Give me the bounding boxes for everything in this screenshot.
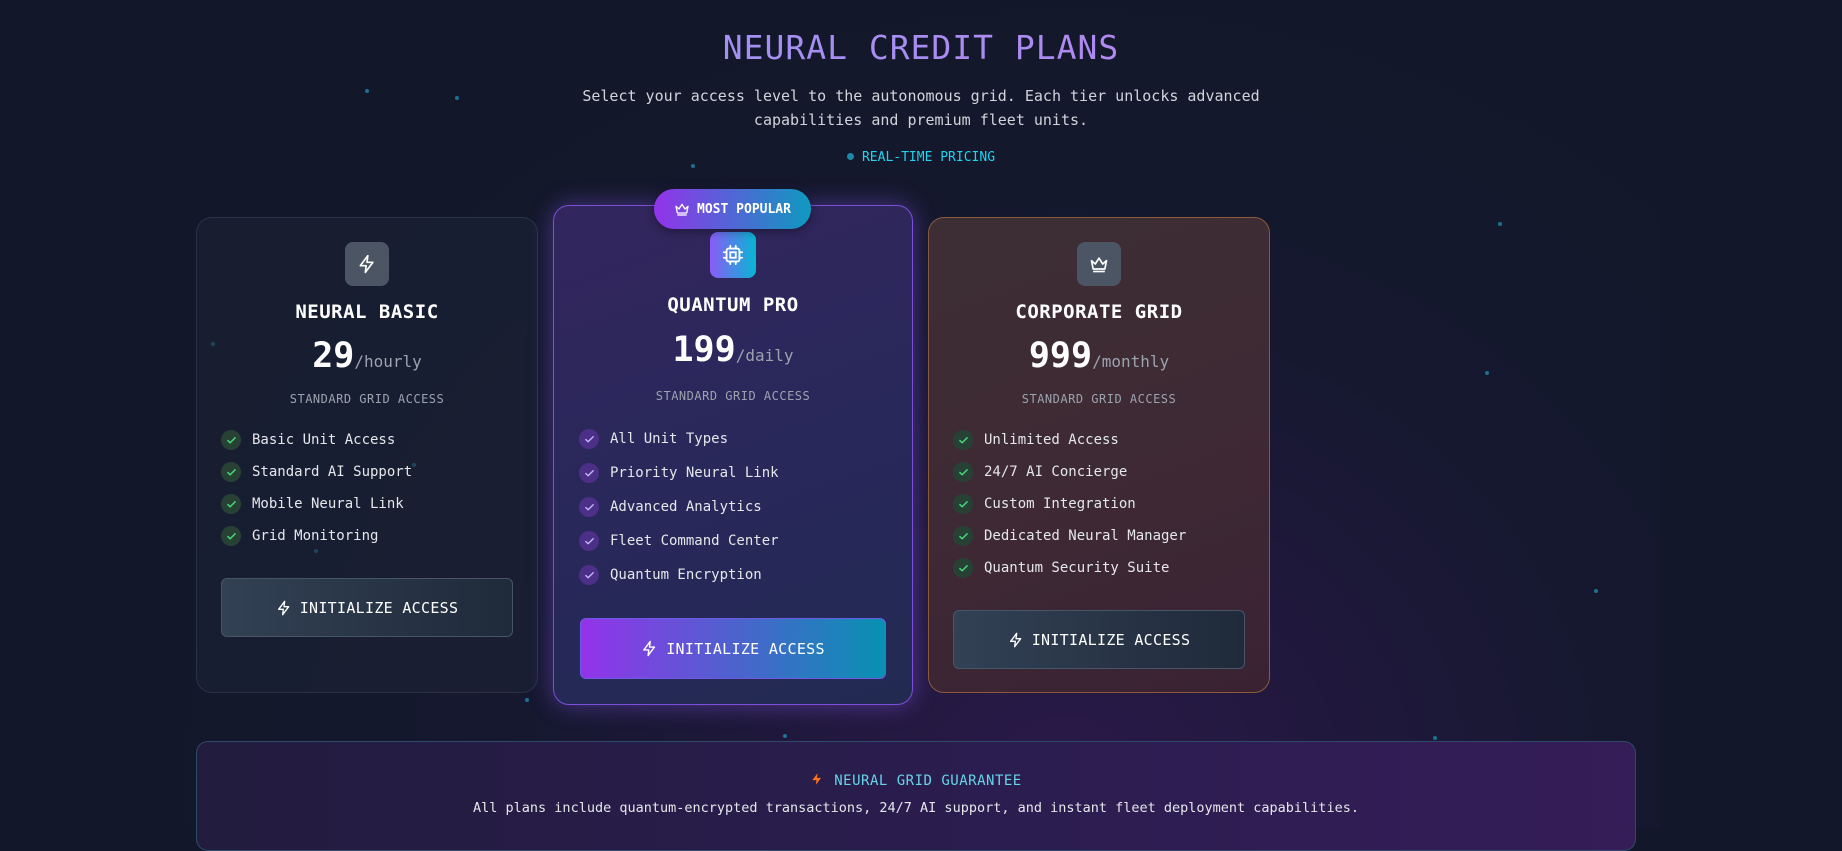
check-icon xyxy=(221,462,241,482)
most-popular-badge: MOST POPULAR xyxy=(654,189,811,229)
feature-item: Priority Neural Link xyxy=(579,456,779,490)
plan-access-level: STANDARD GRID ACCESS xyxy=(289,392,445,406)
feature-item: All Unit Types xyxy=(579,422,779,456)
cpu-icon xyxy=(710,232,756,278)
feature-item: Mobile Neural Link xyxy=(221,488,412,520)
button-label: INITIALIZE ACCESS xyxy=(1031,630,1191,649)
plan-price: 29/hourly xyxy=(197,336,537,376)
plan-card-corporate-grid: CORPORATE GRID 999/monthly STANDARD GRID… xyxy=(928,217,1270,693)
plan-price: 199/daily xyxy=(554,330,912,370)
realtime-pricing-indicator: REAL-TIME PRICING xyxy=(0,150,1842,165)
plan-name: QUANTUM PRO xyxy=(667,294,799,316)
guarantee-title: NEURAL GRID GUARANTEE xyxy=(197,770,1635,792)
plan-name: NEURAL BASIC xyxy=(295,301,439,323)
crown-icon xyxy=(675,203,689,216)
feature-item: Unlimited Access xyxy=(953,424,1186,456)
check-icon xyxy=(953,430,973,450)
particle xyxy=(365,89,369,93)
plan-price: 999/monthly xyxy=(929,336,1269,376)
feature-list: Unlimited Access 24/7 AI Concierge Custo… xyxy=(953,424,1186,584)
check-icon xyxy=(579,531,599,551)
initialize-access-button-basic[interactable]: INITIALIZE ACCESS xyxy=(221,578,513,637)
plan-name: CORPORATE GRID xyxy=(1015,301,1183,323)
price-period: /hourly xyxy=(354,352,422,371)
plan-card-quantum-pro: QUANTUM PRO 199/daily STANDARD GRID ACCE… xyxy=(553,205,913,705)
feature-item: Dedicated Neural Manager xyxy=(953,520,1186,552)
feature-item: Quantum Encryption xyxy=(579,558,779,592)
lightning-icon xyxy=(277,600,290,615)
feature-label: Custom Integration xyxy=(984,496,1136,512)
feature-list: All Unit Types Priority Neural Link Adva… xyxy=(579,422,779,592)
feature-label: Priority Neural Link xyxy=(610,465,779,481)
feature-label: Quantum Encryption xyxy=(610,567,762,583)
crown-icon xyxy=(1077,242,1121,286)
feature-item: Quantum Security Suite xyxy=(953,552,1186,584)
page-title: NEURAL CREDIT PLANS xyxy=(0,28,1842,67)
lightning-icon xyxy=(810,770,824,792)
check-icon xyxy=(579,497,599,517)
feature-item: 24/7 AI Concierge xyxy=(953,456,1186,488)
particle xyxy=(783,734,787,738)
guarantee-panel: NEURAL GRID GUARANTEE All plans include … xyxy=(196,741,1636,851)
check-icon xyxy=(579,565,599,585)
realtime-pricing-label: REAL-TIME PRICING xyxy=(861,150,996,165)
badge-label: MOST POPULAR xyxy=(697,201,791,217)
price-amount: 999 xyxy=(1028,336,1093,376)
feature-label: All Unit Types xyxy=(610,431,729,447)
particle xyxy=(1594,589,1598,593)
lightning-icon xyxy=(1009,632,1022,647)
feature-item: Custom Integration xyxy=(953,488,1186,520)
plan-card-neural-basic: NEURAL BASIC 29/hourly STANDARD GRID ACC… xyxy=(196,217,538,693)
guarantee-text: All plans include quantum-encrypted tran… xyxy=(473,800,1359,816)
page-subtitle: Select your access level to the autonomo… xyxy=(582,87,1260,129)
particle xyxy=(525,698,529,702)
button-label: INITIALIZE ACCESS xyxy=(299,598,459,617)
lightning-icon xyxy=(643,640,656,657)
check-icon xyxy=(579,429,599,449)
check-icon xyxy=(579,463,599,483)
price-amount: 29 xyxy=(312,336,355,376)
check-icon xyxy=(953,494,973,514)
feature-label: Grid Monitoring xyxy=(252,528,379,544)
feature-label: Quantum Security Suite xyxy=(984,560,1170,576)
feature-item: Fleet Command Center xyxy=(579,524,779,558)
feature-label: Standard AI Support xyxy=(252,464,413,480)
feature-label: Unlimited Access xyxy=(984,432,1119,448)
check-icon xyxy=(221,494,241,514)
price-amount: 199 xyxy=(672,330,736,370)
check-icon xyxy=(221,526,241,546)
feature-item: Standard AI Support xyxy=(221,456,412,488)
feature-item: Basic Unit Access xyxy=(221,424,412,456)
feature-label: Advanced Analytics xyxy=(610,499,762,515)
price-period: /daily xyxy=(735,346,794,365)
price-period: /monthly xyxy=(1092,352,1170,371)
initialize-access-button-corporate[interactable]: INITIALIZE ACCESS xyxy=(953,610,1245,669)
feature-label: Mobile Neural Link xyxy=(252,496,404,512)
particle xyxy=(455,96,459,100)
feature-item: Advanced Analytics xyxy=(579,490,779,524)
check-icon xyxy=(953,558,973,578)
lightning-icon xyxy=(345,242,389,286)
check-icon xyxy=(953,526,973,546)
button-label: INITIALIZE ACCESS xyxy=(666,639,825,658)
check-icon xyxy=(221,430,241,450)
particle xyxy=(1485,371,1489,375)
feature-label: Basic Unit Access xyxy=(252,432,396,448)
plan-access-level: STANDARD GRID ACCESS xyxy=(1021,392,1177,406)
feature-list: Basic Unit Access Standard AI Support Mo… xyxy=(221,424,412,552)
feature-label: Fleet Command Center xyxy=(610,533,779,549)
check-icon xyxy=(953,462,973,482)
guarantee-title-text: NEURAL GRID GUARANTEE xyxy=(834,773,1022,789)
status-dot-icon xyxy=(846,153,854,160)
initialize-access-button-pro[interactable]: INITIALIZE ACCESS xyxy=(580,618,886,679)
feature-item: Grid Monitoring xyxy=(221,520,412,552)
particle xyxy=(1433,736,1437,740)
particle xyxy=(1498,222,1502,226)
feature-label: Dedicated Neural Manager xyxy=(984,528,1187,544)
feature-label: 24/7 AI Concierge xyxy=(984,464,1128,480)
plan-access-level: STANDARD GRID ACCESS xyxy=(655,389,811,403)
